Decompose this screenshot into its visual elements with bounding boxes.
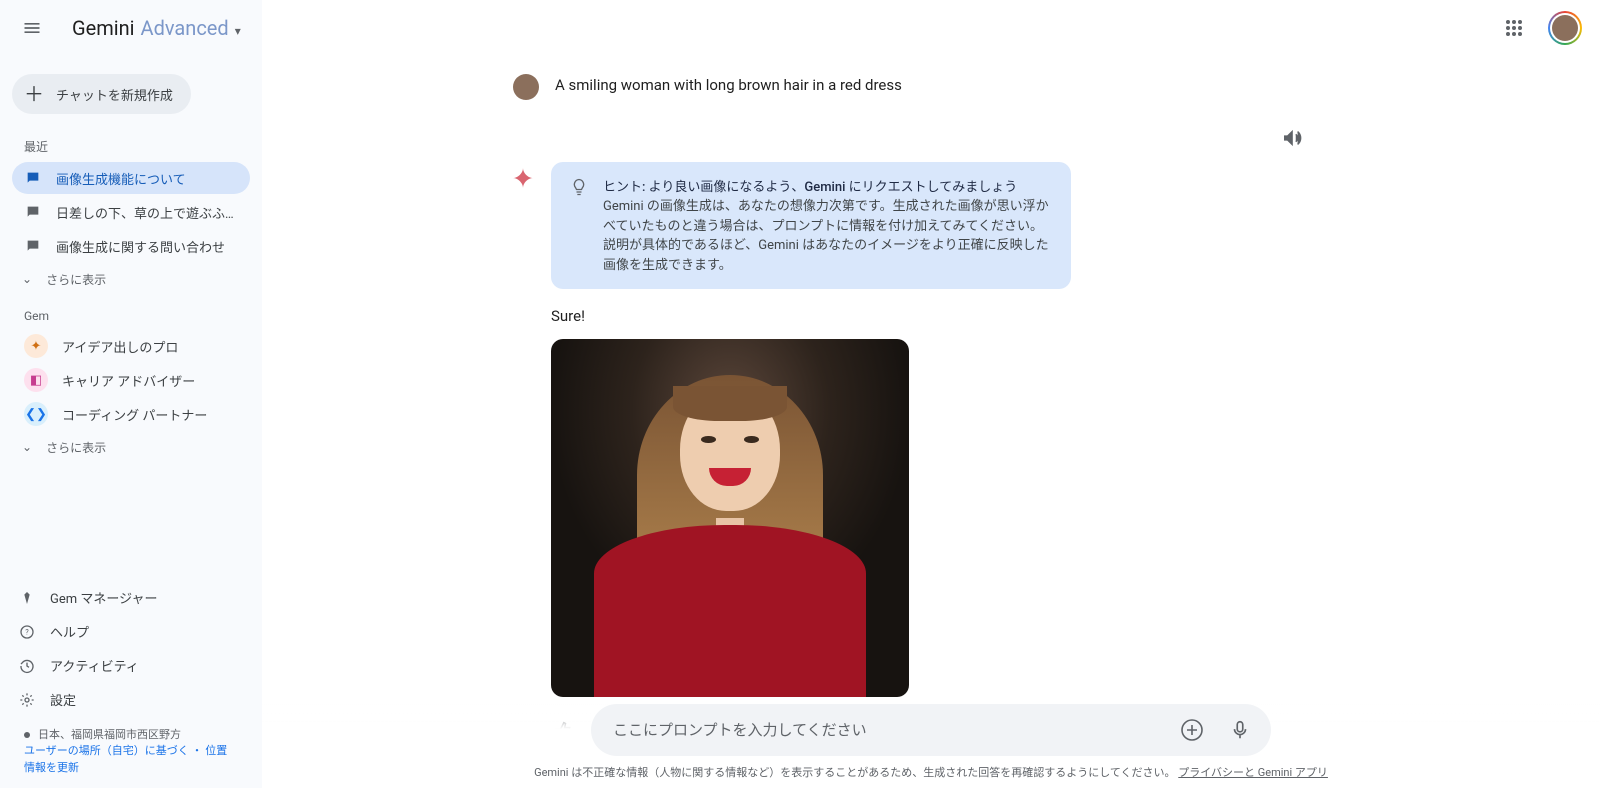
show-more-label: さらに表示 — [46, 439, 106, 456]
footer-item-label: ヘルプ — [50, 622, 89, 641]
input-area: Gemini は不正確な情報（人物に関する情報など）を表示することがあるため、生… — [262, 704, 1600, 788]
chat-icon — [24, 169, 42, 187]
gem-section-label: Gem — [0, 295, 262, 329]
menu-button[interactable] — [12, 8, 52, 48]
prompt-bar — [591, 704, 1271, 756]
footer-item-label: アクティビティ — [50, 656, 139, 675]
help-icon: ? — [18, 623, 36, 641]
location-dot-icon — [24, 732, 30, 738]
gem-item-idea[interactable]: ✦ アイデア出しのプロ — [12, 330, 250, 362]
location-sep: ・ — [192, 744, 203, 757]
recent-item-1[interactable]: 日差しの下、草の上で遊ぶふ… — [12, 196, 250, 228]
location-basis-link[interactable]: ユーザーの場所（自宅）に基づく — [24, 744, 189, 757]
footer-item-label: 設定 — [50, 690, 76, 709]
recent-item-label: 画像生成機能について — [56, 169, 186, 188]
gem-item-coding[interactable]: ❮❯ コーディング パートナー — [12, 398, 250, 430]
location-block: 日本、福岡県福岡市西区野方 ユーザーの場所（自宅）に基づく ・ 位置情報を更新 — [0, 717, 262, 788]
lightbulb-icon: ✦ — [24, 334, 48, 358]
model-message: ヒント: より良い画像になるよう、Gemini にリクエストしてみましょう Ge… — [551, 162, 1311, 743]
hint-card: ヒント: より良い画像になるよう、Gemini にリクエストしてみましょう Ge… — [551, 162, 1071, 289]
read-aloud-button[interactable] — [1275, 120, 1311, 156]
code-icon: ❮❯ — [24, 402, 48, 426]
disclaimer-text: Gemini は不正確な情報（人物に関する情報など）を表示することがあるため、生… — [534, 766, 1175, 779]
hint-title: ヒント: より良い画像になるよう、Gemini にリクエストしてみましょう — [603, 176, 1053, 195]
svg-text:?: ? — [25, 627, 29, 636]
gem-item-label: キャリア アドバイザー — [62, 371, 195, 390]
gear-icon — [18, 691, 36, 709]
chat-icon — [24, 237, 42, 255]
chat-icon — [24, 203, 42, 221]
user-avatar — [513, 74, 539, 100]
speaker-icon — [1282, 127, 1304, 149]
google-apps-button[interactable] — [1494, 8, 1534, 48]
recent-section-label: 最近 — [0, 124, 262, 161]
recent-item-label: 画像生成に関する問い合わせ — [56, 237, 225, 256]
privacy-link[interactable]: プライバシーと Gemini アプリ — [1178, 766, 1328, 779]
lightbulb-icon — [569, 177, 589, 275]
apps-grid-icon — [1505, 19, 1523, 37]
recent-item-2[interactable]: 画像生成に関する問い合わせ — [12, 230, 250, 262]
location-text: 日本、福岡県福岡市西区野方 — [38, 728, 181, 741]
generated-image[interactable] — [551, 339, 909, 697]
main-pane: A smiling woman with long brown hair in … — [262, 0, 1600, 788]
settings-link[interactable]: 設定 — [6, 683, 256, 717]
logo[interactable]: Gemini Advanced ▾ — [72, 16, 241, 40]
plus-icon: ＋ — [24, 84, 44, 104]
help-link[interactable]: ? ヘルプ — [6, 615, 256, 649]
recent-show-more[interactable]: ⌄ さらに表示 — [0, 263, 262, 295]
new-chat-button[interactable]: ＋ チャットを新規作成 — [12, 74, 191, 114]
conversation-scroll[interactable]: A smiling woman with long brown hair in … — [262, 56, 1600, 788]
account-avatar[interactable] — [1548, 11, 1582, 45]
activity-link[interactable]: アクティビティ — [6, 649, 256, 683]
microphone-icon — [1229, 719, 1251, 741]
gemini-spark-icon — [511, 166, 535, 190]
user-message: A smiling woman with long brown hair in … — [551, 74, 1311, 100]
recent-item-0[interactable]: 画像生成機能について — [12, 162, 250, 194]
plus-circle-icon — [1180, 718, 1204, 742]
voice-input-button[interactable] — [1221, 711, 1259, 749]
gem-manager-link[interactable]: Gem マネージャー — [6, 581, 256, 615]
new-chat-label: チャットを新規作成 — [56, 85, 173, 104]
add-attachment-button[interactable] — [1173, 711, 1211, 749]
model-reply-text: Sure! — [551, 307, 1311, 325]
model-dropdown-caret[interactable]: ▾ — [235, 24, 241, 38]
gem-item-label: アイデア出しのプロ — [62, 337, 178, 356]
user-prompt-text: A smiling woman with long brown hair in … — [555, 74, 902, 94]
gem-item-career[interactable]: ◧ キャリア アドバイザー — [12, 364, 250, 396]
logo-secondary: Advanced — [141, 16, 229, 40]
briefcase-icon: ◧ — [24, 368, 48, 392]
hamburger-icon — [22, 18, 42, 38]
avatar-image — [1552, 15, 1578, 41]
gem-show-more[interactable]: ⌄ さらに表示 — [0, 431, 262, 463]
logo-primary: Gemini — [72, 16, 135, 40]
prompt-input[interactable] — [613, 721, 1163, 739]
history-icon — [18, 657, 36, 675]
chevron-down-icon: ⌄ — [22, 440, 32, 454]
disclaimer: Gemini は不正確な情報（人物に関する情報など）を表示することがあるため、生… — [534, 764, 1328, 780]
chevron-down-icon: ⌄ — [22, 272, 32, 286]
diamond-icon — [18, 589, 36, 607]
topbar — [262, 0, 1600, 56]
hint-body: Gemini の画像生成は、あなたの想像力次第です。生成された画像が思い浮かべて… — [603, 197, 1053, 275]
show-more-label: さらに表示 — [46, 271, 106, 288]
sidebar: Gemini Advanced ▾ ＋ チャットを新規作成 最近 画像生成機能に… — [0, 0, 262, 788]
gem-item-label: コーディング パートナー — [62, 405, 207, 424]
recent-item-label: 日差しの下、草の上で遊ぶふ… — [56, 203, 234, 222]
footer-item-label: Gem マネージャー — [50, 588, 157, 607]
